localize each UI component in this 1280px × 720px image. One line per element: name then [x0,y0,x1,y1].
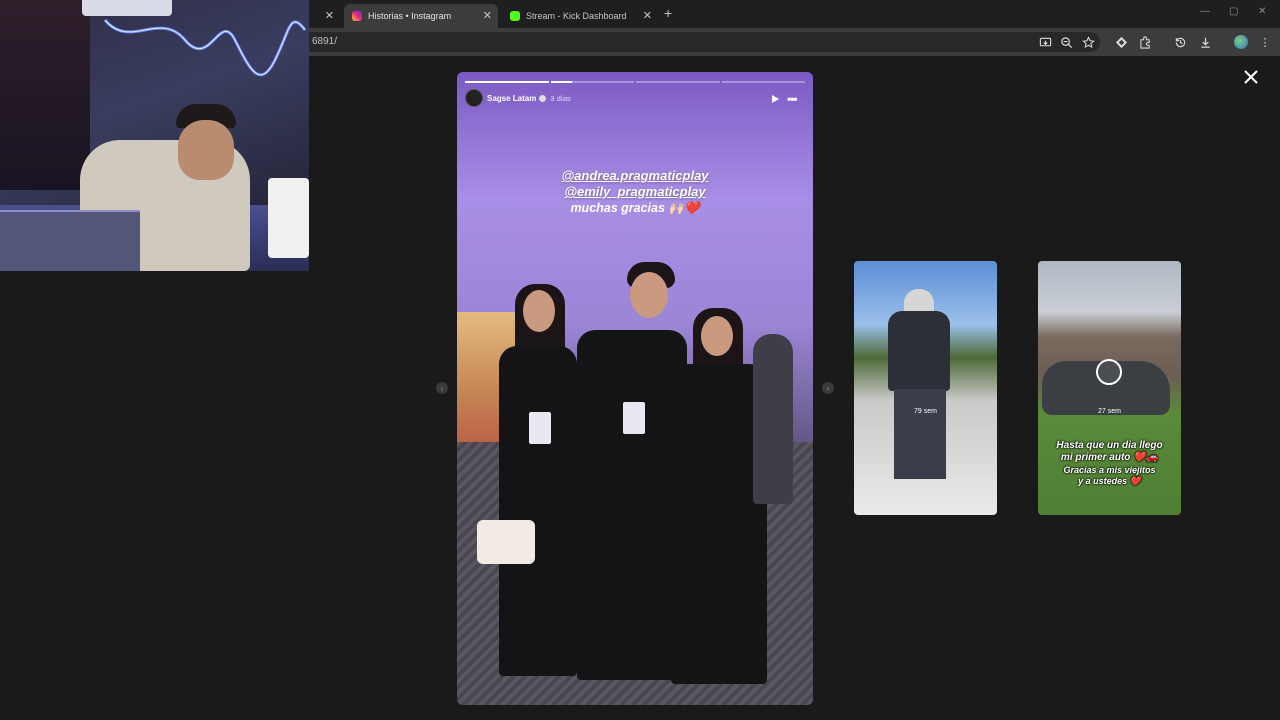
close-icon[interactable]: ✕ [325,9,334,23]
progress-segment [550,81,634,83]
story-badge [623,402,645,434]
address-bar[interactable]: 6891/ [300,32,1100,52]
maximize-button[interactable]: ▢ [1229,6,1238,17]
preview-skier-legs [894,389,946,479]
story-avatar[interactable] [465,89,483,107]
new-tab-button[interactable]: + [664,5,672,21]
preview-time-label: 79 sem [914,408,937,415]
close-icon[interactable]: ✕ [643,9,652,23]
story-preview-2[interactable]: 27 sem Hasta que un dia llego mi primer … [1038,261,1181,515]
webcam-neon-light [103,19,307,77]
tab-previous[interactable]: ✕ [310,4,340,28]
story-person-face [701,316,733,356]
minimize-button[interactable]: — [1200,6,1210,17]
tab-label: Stream - Kick Dashboard [526,11,627,21]
story-viewer[interactable]: Sagse Latam 3 días ••• @andrea.pragmatic… [457,72,813,705]
webcam-head [178,120,234,180]
story-caption: muchas gracias 🙌🏻❤️ [570,201,700,215]
download-icon[interactable] [1198,35,1212,49]
webcam-overlay [0,0,309,271]
story-username[interactable]: Sagse Latam [487,94,536,103]
progress-segment [721,81,805,83]
mention-emily[interactable]: @emily_pragmaticplay [457,184,813,199]
story-person-face [630,272,668,318]
preview-caption-line: Hasta que un dia llego [1056,440,1163,451]
kick-icon [510,11,520,21]
close-icon[interactable]: ✕ [483,9,492,23]
story-progress-bar [465,81,805,83]
close-window-button[interactable]: ✕ [1258,6,1266,17]
chevron-right-icon[interactable]: › [822,382,834,394]
preview-caption-line: Gracias a mis viejitos [1063,465,1156,475]
story-badge [529,412,551,444]
bookmark-star-icon[interactable] [1081,35,1095,49]
verified-icon [539,94,547,102]
history-icon[interactable] [1173,35,1187,49]
preview-caption-line: mi primer auto ❤️🚗 [1060,452,1159,463]
progress-segment [465,81,549,83]
progress-segment [636,81,720,83]
profile-avatar[interactable] [1234,35,1248,49]
story-header: Sagse Latam 3 días [465,89,805,107]
more-icon[interactable]: ••• [787,92,798,106]
webcam-bag [268,178,309,258]
story-handbag [477,520,535,564]
instagram-icon [352,11,362,21]
preview-caption-line: y a ustedes ❤️ [1078,476,1141,486]
webcam-wall [0,0,90,190]
tab-instagram[interactable]: Historias • Instagram ✕ [344,4,498,28]
tab-kick[interactable]: Stream - Kick Dashboard ✕ [502,4,658,28]
story-preview-1[interactable]: 79 sem [854,261,997,515]
zoom-icon[interactable] [1059,35,1073,49]
menu-kebab-icon[interactable]: ⋮ [1258,35,1272,49]
story-person-left [499,346,577,676]
story-person-face [523,290,555,332]
mention-andrea[interactable]: @andrea.pragmaticplay [457,168,813,183]
webcam-monitor [0,210,140,271]
chevron-left-icon[interactable]: ‹ [436,382,448,394]
story-background-person [753,334,793,504]
tab-label: Historias • Instagram [368,11,452,21]
extensions-puzzle-icon[interactable] [1138,35,1152,49]
preview-skier-body [888,311,950,391]
preview-time-label: 27 sem [1098,408,1121,415]
play-icon[interactable] [771,94,780,104]
story-time: 3 días [550,93,571,103]
address-text: 6891/ [312,36,338,47]
preview-avatar-sticker [1096,359,1122,385]
install-app-icon[interactable] [1038,35,1052,49]
screen: ✕ Historias • Instagram ✕ Stream - Kick … [0,0,1280,720]
extension-diamond-icon[interactable] [1114,35,1128,49]
close-icon[interactable] [1243,69,1259,85]
